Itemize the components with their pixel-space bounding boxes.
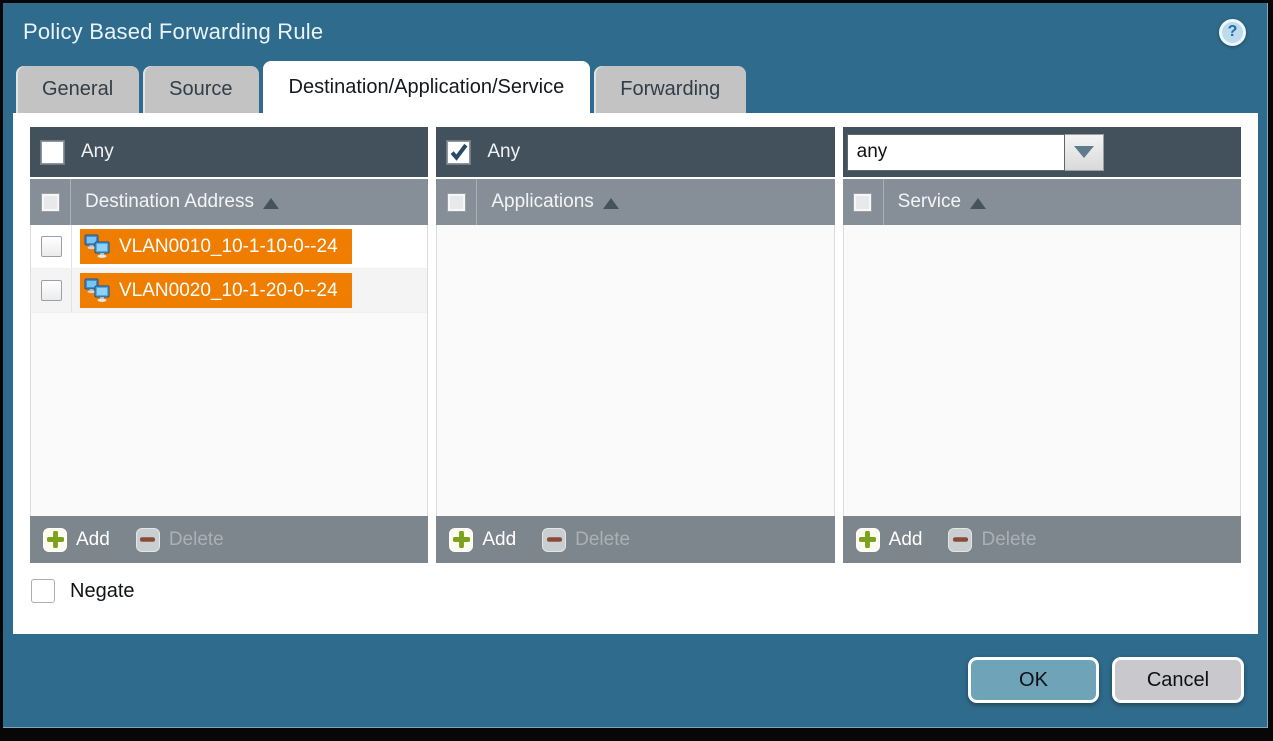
destination-any-checkbox[interactable] bbox=[41, 141, 64, 164]
policy-based-forwarding-dialog: Policy Based Forwarding Rule ? General S… bbox=[0, 0, 1273, 741]
row-checkbox[interactable] bbox=[41, 236, 62, 257]
service-select-all-checkbox[interactable] bbox=[853, 193, 872, 212]
applications-select-all-checkbox[interactable] bbox=[447, 193, 466, 212]
destination-delete-button[interactable]: Delete bbox=[136, 528, 224, 552]
dropdown-button[interactable] bbox=[1065, 134, 1104, 171]
destination-list: VLAN0010_10-1-10-0--24 bbox=[30, 225, 428, 516]
service-column: any Service bbox=[843, 127, 1241, 563]
service-any-bar: any bbox=[843, 127, 1241, 177]
address-object-vlan0020[interactable]: VLAN0020_10-1-20-0--24 bbox=[80, 273, 352, 308]
applications-any-bar: Any bbox=[436, 127, 834, 177]
service-list bbox=[843, 225, 1241, 516]
delete-label: Delete bbox=[169, 529, 224, 551]
help-icon: ? bbox=[1228, 24, 1238, 40]
applications-list bbox=[436, 225, 834, 516]
applications-toolbar: Add Delete bbox=[436, 516, 834, 563]
service-header-row: Service bbox=[843, 179, 1241, 225]
applications-any-label: Any bbox=[487, 141, 520, 163]
network-address-icon bbox=[84, 234, 111, 259]
tab-source[interactable]: Source bbox=[143, 66, 258, 113]
tab-forwarding[interactable]: Forwarding bbox=[594, 66, 746, 113]
delete-label: Delete bbox=[981, 529, 1036, 551]
dialog-body: Any Destination Address bbox=[13, 113, 1258, 634]
destination-any-label: Any bbox=[81, 141, 114, 163]
applications-any-checkbox[interactable] bbox=[447, 141, 470, 164]
applications-column-title: Applications bbox=[491, 191, 593, 213]
negate-row: Negate bbox=[30, 579, 1241, 603]
add-label: Add bbox=[76, 529, 110, 551]
service-toolbar: Add Delete bbox=[843, 516, 1241, 563]
help-button[interactable]: ? bbox=[1219, 19, 1246, 46]
add-icon bbox=[43, 528, 67, 552]
service-delete-button[interactable]: Delete bbox=[948, 528, 1036, 552]
applications-add-button[interactable]: Add bbox=[449, 528, 516, 552]
dialog-footer: OK Cancel bbox=[3, 634, 1268, 703]
ok-button[interactable]: OK bbox=[968, 657, 1099, 703]
service-type-dropdown: any bbox=[847, 134, 1104, 171]
negate-checkbox[interactable] bbox=[31, 579, 55, 603]
add-label: Add bbox=[482, 529, 516, 551]
applications-delete-button[interactable]: Delete bbox=[542, 528, 630, 552]
delete-icon bbox=[948, 528, 972, 552]
add-icon bbox=[856, 528, 880, 552]
service-column-title: Service bbox=[898, 191, 961, 213]
tab-destination-application-service[interactable]: Destination/Application/Service bbox=[263, 61, 591, 113]
network-address-icon bbox=[84, 278, 111, 303]
address-object-label: VLAN0020_10-1-20-0--24 bbox=[119, 280, 338, 302]
destination-header-row: Destination Address bbox=[30, 179, 428, 225]
destination-toolbar: Add Delete bbox=[30, 516, 428, 563]
delete-icon bbox=[542, 528, 566, 552]
address-object-label: VLAN0010_10-1-10-0--24 bbox=[119, 236, 338, 258]
address-object-vlan0010[interactable]: VLAN0010_10-1-10-0--24 bbox=[80, 229, 352, 264]
tab-bar: General Source Destination/Application/S… bbox=[3, 61, 1268, 113]
destination-select-all-checkbox[interactable] bbox=[41, 193, 60, 212]
row-checkbox[interactable] bbox=[41, 280, 62, 301]
delete-icon bbox=[136, 528, 160, 552]
sort-ascending-icon[interactable] bbox=[970, 198, 986, 209]
table-row[interactable]: VLAN0020_10-1-20-0--24 bbox=[31, 269, 427, 313]
destination-address-column: Any Destination Address bbox=[30, 127, 428, 563]
tab-general[interactable]: General bbox=[16, 66, 139, 113]
destination-add-button[interactable]: Add bbox=[43, 528, 110, 552]
chevron-down-icon bbox=[1074, 146, 1094, 158]
service-add-button[interactable]: Add bbox=[856, 528, 923, 552]
destination-column-title: Destination Address bbox=[85, 191, 254, 213]
add-label: Add bbox=[889, 529, 923, 551]
sort-ascending-icon[interactable] bbox=[263, 198, 279, 209]
add-icon bbox=[449, 528, 473, 552]
checkmark-icon bbox=[449, 142, 469, 162]
negate-label: Negate bbox=[70, 580, 135, 603]
cancel-button[interactable]: Cancel bbox=[1112, 657, 1244, 703]
destination-any-bar: Any bbox=[30, 127, 428, 177]
table-row[interactable]: VLAN0010_10-1-10-0--24 bbox=[31, 225, 427, 269]
sort-ascending-icon[interactable] bbox=[603, 198, 619, 209]
dialog-title: Policy Based Forwarding Rule bbox=[23, 19, 323, 45]
applications-header-row: Applications bbox=[436, 179, 834, 225]
delete-label: Delete bbox=[575, 529, 630, 551]
service-type-value[interactable]: any bbox=[847, 134, 1065, 171]
applications-column: Any Applications Add bbox=[436, 127, 834, 563]
dialog-titlebar: Policy Based Forwarding Rule ? bbox=[3, 3, 1268, 61]
